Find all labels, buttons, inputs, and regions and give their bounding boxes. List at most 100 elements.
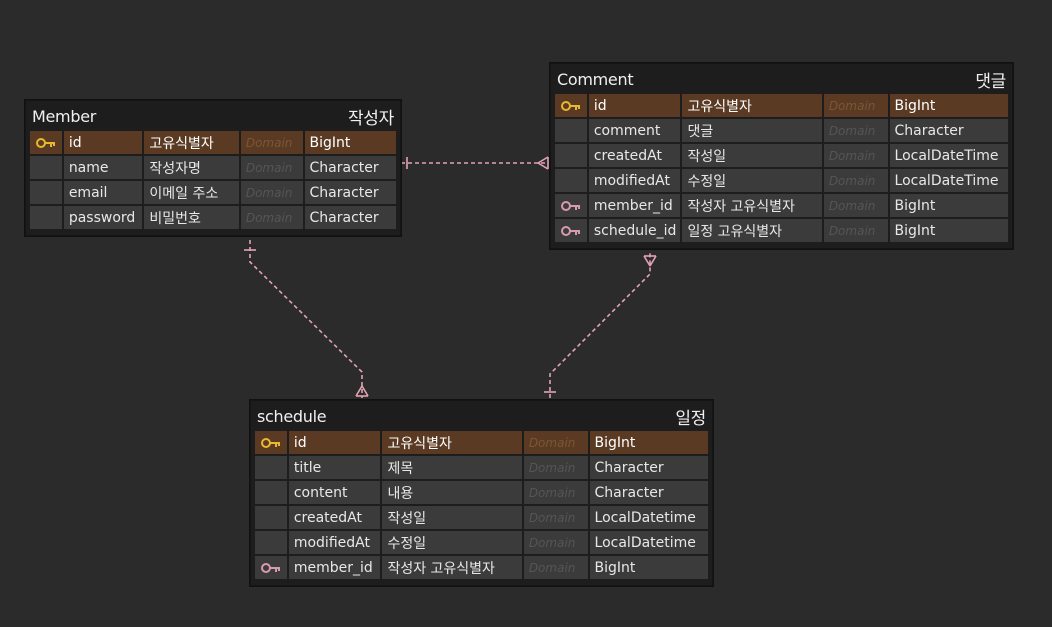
column-domain: Domain [823,194,888,217]
primary-key-row[interactable]: id 고유식별자 Domain BigInt [30,131,396,154]
column-type: BigInt [304,131,396,154]
column-name: id [288,431,381,454]
column-name: email [63,181,143,204]
column-domain: Domain [523,531,588,554]
key-cell [255,556,287,579]
entity-alias: 댓글 [975,71,1006,92]
entity-header[interactable]: Member 작성자 [26,101,400,131]
column-row[interactable]: createdAt 작성일 Domain LocalDateTime [555,144,1008,167]
foreign-key-row[interactable]: schedule_id 일정 고유식별자 Domain BigInt [555,219,1008,242]
entity-member[interactable]: Member 작성자 id 고유식별자 Domain BigInt name 작성자명 Do… [25,100,401,236]
column-name: name [63,156,143,179]
primary-key-icon [560,100,580,111]
column-type: BigInt [889,94,1008,117]
column-label: 수정일 [382,531,522,554]
column-label: 작성자 고유식별자 [382,556,522,579]
key-cell [555,94,587,117]
column-type: LocalDateTime [889,169,1008,192]
foreign-key-icon [560,225,580,236]
key-cell [255,456,287,479]
column-domain: Domain [523,456,588,479]
column-label: 수정일 [682,169,822,192]
column-label: 고유식별자 [144,131,239,154]
column-name: modifiedAt [588,169,681,192]
entity-alias: 일정 [675,408,706,429]
key-cell [555,169,587,192]
column-label: 작성자 고유식별자 [682,194,822,217]
column-row[interactable]: modifiedAt 수정일 Domain LocalDateTime [555,169,1008,192]
column-list: id 고유식별자 Domain BigInt title 제목 Domain Characte… [251,431,712,585]
entity-alias: 작성자 [347,108,394,129]
foreign-key-icon [260,562,280,573]
entity-name: Comment [557,69,634,89]
relation-member-schedule [249,240,363,398]
column-name: password [63,206,143,229]
column-row[interactable]: password 비밀번호 Domain Character [30,206,396,229]
column-name: member_id [288,556,381,579]
column-name: id [63,131,143,154]
key-cell [255,481,287,504]
column-domain: Domain [523,481,588,504]
key-cell [255,506,287,529]
column-type: Character [304,206,396,229]
column-list: id 고유식별자 Domain BigInt name 작성자명 Domain Charact… [26,131,400,235]
column-row[interactable]: modifiedAt 수정일 Domain LocalDatetime [255,531,708,554]
column-row[interactable]: content 내용 Domain Character [255,481,708,504]
column-row[interactable]: name 작성자명 Domain Character [30,156,396,179]
column-type: Character [589,456,708,479]
column-type: Character [304,156,396,179]
column-type: BigInt [589,556,708,579]
column-domain: Domain [823,219,888,242]
column-label: 댓글 [682,119,822,142]
column-label: 이메일 주소 [144,181,239,204]
entity-schedule[interactable]: schedule 일정 id 고유식별자 Domain BigInt title 제목 Do… [250,400,713,586]
column-name: id [588,94,681,117]
column-type: Character [589,481,708,504]
primary-key-row[interactable]: id 고유식별자 Domain BigInt [255,431,708,454]
entity-header[interactable]: schedule 일정 [251,401,712,431]
column-name: member_id [588,194,681,217]
relation-schedule-comment [549,252,651,398]
column-row[interactable]: email 이메일 주소 Domain Character [30,181,396,204]
entity-name: Member [32,106,97,126]
column-type: BigInt [889,219,1008,242]
column-domain: Domain [523,431,588,454]
entity-comment[interactable]: Comment 댓글 id 고유식별자 Domain BigInt comment 댓글 D… [550,63,1013,249]
key-cell [30,206,62,229]
key-cell [555,144,587,167]
primary-key-icon [260,437,280,448]
column-label: 비밀번호 [144,206,239,229]
key-cell [555,119,587,142]
column-domain: Domain [823,144,888,167]
column-domain: Domain [240,181,303,204]
column-label: 작성자명 [144,156,239,179]
column-label: 작성일 [682,144,822,167]
column-domain: Domain [523,506,588,529]
column-list: id 고유식별자 Domain BigInt comment 댓글 Domain Charac… [551,94,1012,248]
column-name: modifiedAt [288,531,381,554]
column-name: comment [588,119,681,142]
column-domain: Domain [823,169,888,192]
entity-header[interactable]: Comment 댓글 [551,64,1012,94]
column-type: LocalDatetime [589,506,708,529]
primary-key-row[interactable]: id 고유식별자 Domain BigInt [555,94,1008,117]
primary-key-icon [35,137,55,148]
column-domain: Domain [823,94,888,117]
column-name: schedule_id [588,219,681,242]
column-domain: Domain [240,156,303,179]
key-cell [30,181,62,204]
foreign-key-icon [560,200,580,211]
entity-name: schedule [257,406,327,426]
column-label: 고유식별자 [382,431,522,454]
column-label: 작성일 [382,506,522,529]
column-type: BigInt [589,431,708,454]
column-row[interactable]: createdAt 작성일 Domain LocalDatetime [255,506,708,529]
foreign-key-row[interactable]: member_id 작성자 고유식별자 Domain BigInt [255,556,708,579]
column-name: content [288,481,381,504]
foreign-key-row[interactable]: member_id 작성자 고유식별자 Domain BigInt [555,194,1008,217]
column-name: createdAt [288,506,381,529]
column-label: 제목 [382,456,522,479]
key-cell [30,131,62,154]
column-row[interactable]: comment 댓글 Domain Character [555,119,1008,142]
column-row[interactable]: title 제목 Domain Character [255,456,708,479]
